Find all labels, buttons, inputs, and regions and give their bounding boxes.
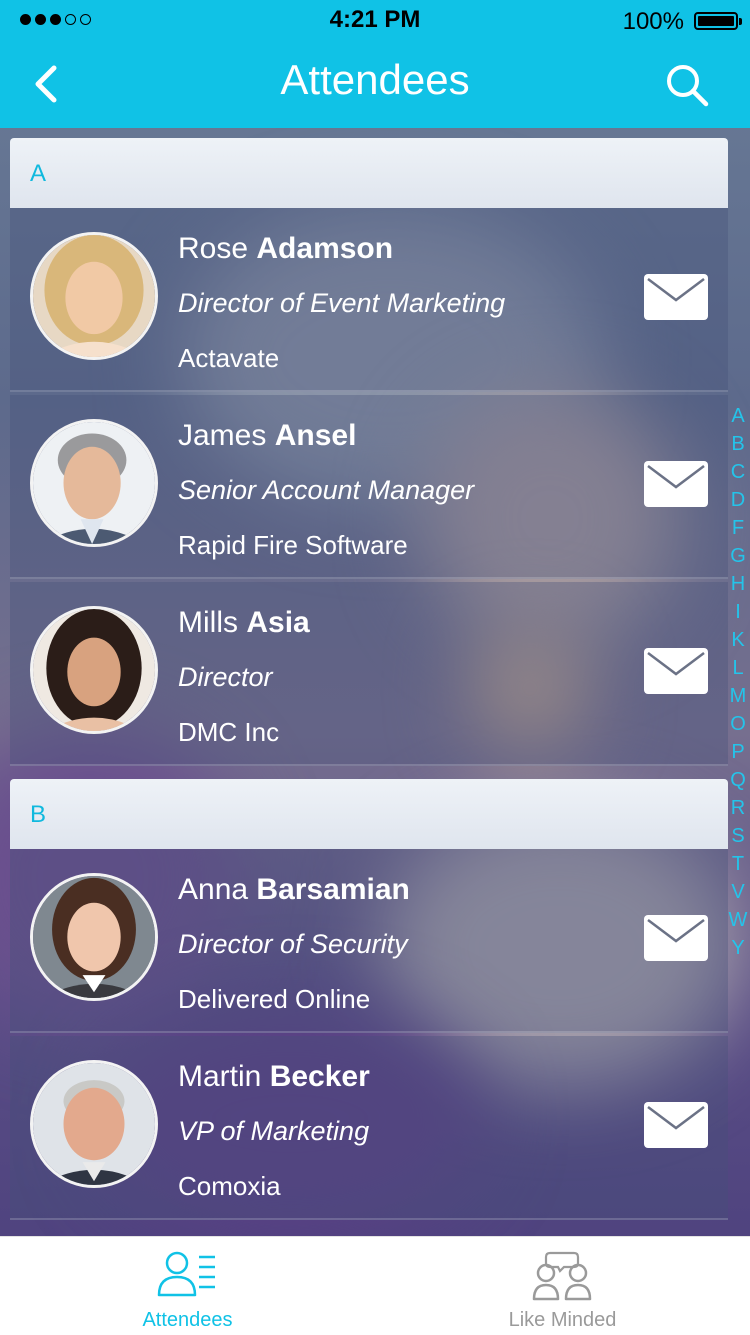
attendee-company: Comoxia	[178, 1171, 281, 1201]
index-letter[interactable]: T	[726, 850, 750, 878]
attendee-row[interactable]: Martin Becker VP of Marketing Comoxia	[10, 1036, 728, 1220]
mail-icon[interactable]	[644, 915, 708, 961]
tab-bar: Attendees Like Minded	[0, 1236, 750, 1335]
index-letter[interactable]: K	[726, 626, 750, 654]
index-letter[interactable]: R	[726, 794, 750, 822]
attendee-name: James Ansel	[178, 419, 357, 452]
index-letter[interactable]: V	[726, 878, 750, 906]
search-icon[interactable]	[664, 62, 710, 108]
index-letter[interactable]: G	[726, 542, 750, 570]
index-letter[interactable]: O	[726, 710, 750, 738]
tab-attendees[interactable]: Attendees	[0, 1237, 375, 1335]
like-minded-icon	[532, 1249, 592, 1301]
attendee-row[interactable]: Mills Asia Director DMC Inc	[10, 582, 728, 766]
index-letter[interactable]: Q	[726, 766, 750, 794]
tab-label: Attendees	[142, 1309, 233, 1331]
attendee-title: Director	[178, 662, 273, 692]
mail-icon[interactable]	[644, 1102, 708, 1148]
section-letter: B	[30, 801, 47, 828]
index-letter[interactable]: M	[726, 682, 750, 710]
index-letter[interactable]: C	[726, 458, 750, 486]
section-letter: A	[30, 160, 47, 187]
attendee-title: Senior Account Manager	[178, 475, 475, 505]
page-title: Attendees	[280, 56, 470, 103]
index-letter[interactable]: Y	[726, 934, 750, 962]
mail-icon[interactable]	[644, 461, 708, 507]
attendee-row[interactable]: Rose Adamson Director of Event Marketing…	[10, 208, 728, 392]
index-letter[interactable]: A	[726, 402, 750, 430]
avatar	[30, 232, 158, 360]
avatar	[30, 1060, 158, 1188]
index-letter[interactable]: W	[726, 906, 750, 934]
index-letter[interactable]: I	[726, 598, 750, 626]
avatar	[30, 419, 158, 547]
avatar	[30, 873, 158, 1001]
index-letter[interactable]: H	[726, 570, 750, 598]
navigation-bar: Attendees	[0, 40, 750, 128]
battery-icon	[694, 12, 742, 30]
attendees-icon	[157, 1249, 217, 1301]
section-header-b: B	[10, 779, 728, 849]
status-bar: 4:21 PM 100%	[0, 0, 750, 40]
attendee-row[interactable]: Anna Barsamian Director of Security Deli…	[10, 849, 728, 1033]
attendee-company: Actavate	[178, 343, 280, 373]
mail-icon[interactable]	[644, 274, 708, 320]
attendee-company: Rapid Fire Software	[178, 530, 408, 560]
attendee-title: VP of Marketing	[178, 1116, 370, 1146]
attendee-title: Director of Security	[178, 929, 408, 959]
attendee-name: Rose Adamson	[178, 232, 394, 265]
attendee-name: Anna Barsamian	[178, 873, 410, 906]
attendee-company: Delivered Online	[178, 984, 371, 1014]
index-letter[interactable]: F	[726, 514, 750, 542]
avatar	[30, 606, 158, 734]
attendee-company: DMC Inc	[178, 717, 280, 747]
section-header-a: A	[10, 138, 728, 208]
attendee-name: Martin Becker	[178, 1060, 370, 1093]
index-letter[interactable]: B	[726, 430, 750, 458]
index-letter[interactable]: D	[726, 486, 750, 514]
alphabet-index[interactable]: ABCDFGHIKLMOPQRSTVWY	[726, 402, 750, 962]
attendee-name: Mills Asia	[178, 606, 310, 639]
index-letter[interactable]: S	[726, 822, 750, 850]
mail-icon[interactable]	[644, 648, 708, 694]
index-letter[interactable]: P	[726, 738, 750, 766]
attendee-title: Director of Event Marketing	[178, 288, 506, 318]
tab-like-minded[interactable]: Like Minded	[375, 1237, 750, 1335]
battery-percent: 100%	[622, 8, 684, 35]
attendee-row[interactable]: James Ansel Senior Account Manager Rapid…	[10, 395, 728, 579]
index-letter[interactable]: L	[726, 654, 750, 682]
tab-label: Like Minded	[508, 1309, 617, 1331]
